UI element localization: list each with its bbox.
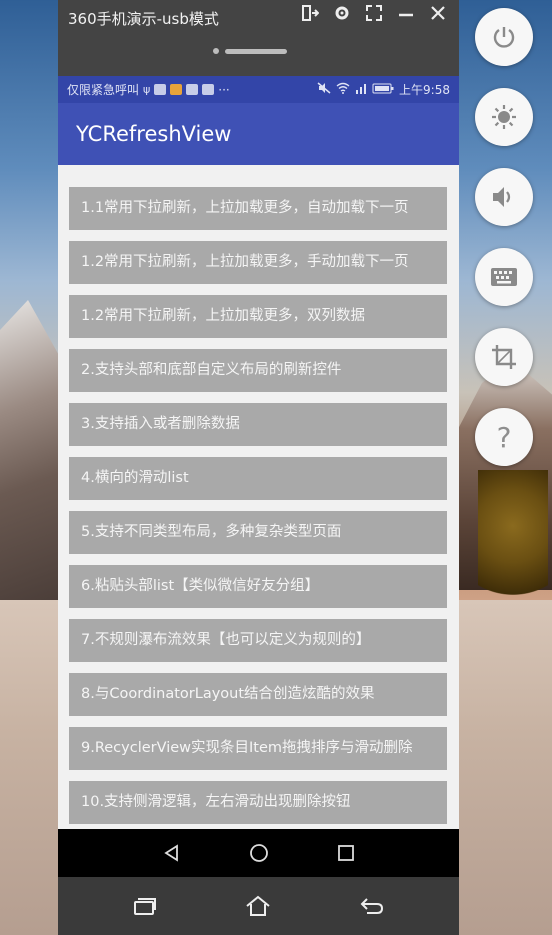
- status-time: 上午9:58: [399, 83, 450, 97]
- menu-item[interactable]: 7.不规则瀑布流效果【也可以定义为规则的】: [69, 619, 447, 662]
- gear-icon[interactable]: [329, 4, 355, 28]
- background-tree: [478, 470, 548, 610]
- menu-item[interactable]: 6.粘贴头部list【类似微信好友分组】: [69, 565, 447, 608]
- menu-item[interactable]: 1.2常用下拉刷新，上拉加载更多，手动加载下一页: [69, 241, 447, 284]
- menu-item[interactable]: 3.支持插入或者删除数据: [69, 403, 447, 446]
- notification-icon: [186, 84, 199, 95]
- notification-icon: [202, 84, 215, 95]
- menu-item[interactable]: 5.支持不同类型布局，多种复杂类型页面: [69, 511, 447, 554]
- menu-item[interactable]: 2.支持头部和底部自定义布局的刷新控件: [69, 349, 447, 392]
- menu-item[interactable]: 9.RecyclerView实现条目Item拖拽排序与滑动删除: [69, 727, 447, 770]
- phone-window: 360手机演示-usb模式 仅限紧急呼叫 ψ ··· 上午9:58 YCRefr…: [58, 0, 459, 935]
- more-notifications-icon: ···: [218, 82, 230, 97]
- power-icon[interactable]: [475, 8, 533, 66]
- notification-icon: [154, 84, 167, 95]
- fullscreen-icon[interactable]: [361, 4, 387, 28]
- menu-list: 1.1常用下拉刷新，上拉加载更多，自动加载下一页 1.2常用下拉刷新，上拉加载更…: [58, 165, 459, 824]
- host-control-bar: [58, 877, 459, 935]
- back-triangle-icon[interactable]: [157, 838, 187, 868]
- menu-item[interactable]: 8.与CoordinatorLayout结合创造炫酷的效果: [69, 673, 447, 716]
- signal-icon: [355, 83, 367, 97]
- android-nav-bar: [58, 829, 459, 877]
- help-glyph: ?: [496, 420, 512, 454]
- app-title: YCRefreshView: [76, 122, 232, 146]
- return-icon[interactable]: [355, 889, 389, 923]
- notification-icon: [170, 84, 183, 95]
- wifi-icon: [336, 82, 350, 97]
- device-screen: 仅限紧急呼叫 ψ ··· 上午9:58 YCRefreshView 1.1常用下…: [58, 76, 459, 876]
- menu-item[interactable]: 1.2常用下拉刷新，上拉加载更多，双列数据: [69, 295, 447, 338]
- side-control-panel: ?: [475, 8, 533, 488]
- menu-item[interactable]: 1.1常用下拉刷新，上拉加载更多，自动加载下一页: [69, 187, 447, 230]
- page-indicator: [213, 48, 287, 54]
- usb-icon: ψ: [143, 83, 151, 96]
- keyboard-icon[interactable]: [475, 248, 533, 306]
- help-icon[interactable]: ?: [475, 408, 533, 466]
- volume-icon[interactable]: [475, 168, 533, 226]
- window-title: 360手机演示-usb模式: [68, 10, 219, 28]
- status-carrier-text: 仅限紧急呼叫: [67, 83, 140, 97]
- battery-icon: [372, 83, 394, 97]
- home-circle-icon[interactable]: [244, 838, 274, 868]
- brightness-icon[interactable]: [475, 88, 533, 146]
- multitask-icon[interactable]: [128, 889, 162, 923]
- app-bar: YCRefreshView: [58, 103, 459, 165]
- minimize-icon[interactable]: [393, 4, 419, 28]
- recents-square-icon[interactable]: [331, 838, 361, 868]
- home-icon[interactable]: [241, 889, 275, 923]
- pin-icon[interactable]: [297, 4, 323, 28]
- menu-item[interactable]: 10.支持侧滑逻辑，左右滑动出现删除按钮: [69, 781, 447, 824]
- status-bar: 仅限紧急呼叫 ψ ··· 上午9:58: [58, 76, 459, 103]
- close-icon[interactable]: [425, 4, 451, 28]
- crop-icon[interactable]: [475, 328, 533, 386]
- mute-icon: [317, 82, 331, 97]
- menu-item[interactable]: 4.横向的滑动list: [69, 457, 447, 500]
- window-title-bar: 360手机演示-usb模式: [58, 0, 459, 76]
